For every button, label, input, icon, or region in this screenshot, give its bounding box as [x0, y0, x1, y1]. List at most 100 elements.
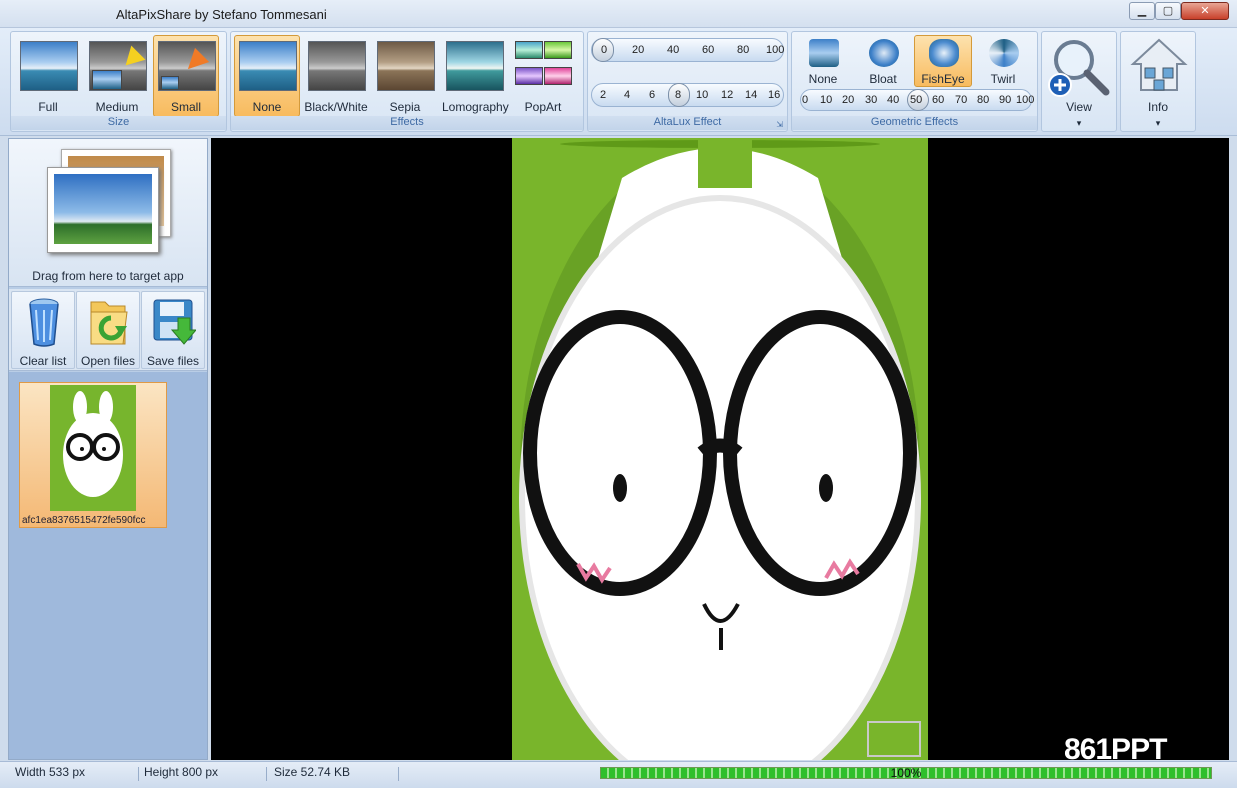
effect-lomography-button[interactable]: Lomography [441, 35, 509, 117]
altalux-scale-tick: 14 [745, 89, 758, 101]
altalux-group-label: AltaLux Effect [588, 116, 787, 130]
window-title: AltaPixShare by Stefano Tommesani [116, 7, 327, 22]
clear-list-label: Clear list [19, 354, 67, 368]
altalux-group: 0 20 40 60 80 100 2 4 6 8 10 12 14 16 Al… [587, 31, 788, 132]
effect-popart-label: PopArt [524, 100, 562, 114]
size-full-button[interactable]: Full [15, 35, 81, 117]
view-button[interactable]: View ▾ [1041, 31, 1117, 132]
geometric-bloat-button[interactable]: Bloat [854, 35, 912, 87]
chevron-down-icon: ▾ [1076, 118, 1082, 128]
altalux-scale-tick: 4 [624, 89, 631, 101]
size-group: Full Medium Small Size [10, 31, 227, 132]
status-height: Height 800 px [144, 765, 219, 779]
size-small-button[interactable]: Small [153, 35, 219, 117]
geometric-tick: 60 [932, 94, 945, 106]
geometric-tick: 40 [887, 94, 900, 106]
geometric-twirl-label: Twirl [990, 72, 1016, 86]
altalux-scale-tick: 6 [649, 89, 656, 101]
altalux-tick: 40 [667, 44, 680, 56]
altalux-scale-tick: 10 [696, 89, 709, 101]
altalux-scale-tick: 2 [600, 89, 607, 101]
clear-list-button[interactable]: Clear list [11, 291, 75, 369]
status-size: Size 52.74 KB [274, 765, 351, 779]
effect-popart-button[interactable]: PopArt [510, 35, 576, 117]
geometric-fisheye-label: FishEye [921, 72, 965, 86]
minimize-icon: ▁ [1137, 5, 1147, 17]
save-files-button[interactable]: Save files [141, 291, 205, 369]
view-label: View [1066, 100, 1092, 114]
dialog-launcher-icon[interactable]: ⇲ [776, 120, 783, 129]
zoom-magnifier-icon [1048, 40, 1110, 97]
small-size-icon [158, 41, 216, 91]
geometric-tick: 90 [999, 94, 1012, 106]
size-medium-button[interactable]: Medium [84, 35, 150, 117]
list-item[interactable]: afc1ea8376515472fe590fcc [19, 382, 167, 528]
progress-bar: 100% [600, 766, 1212, 780]
save-disk-icon [153, 299, 196, 345]
effect-sepia-label: Sepia [389, 100, 421, 114]
geometric-tick: 30 [865, 94, 878, 106]
effect-blackwhite-button[interactable]: Black/White [303, 35, 369, 117]
geometric-fisheye-button[interactable]: FishEye [914, 35, 972, 87]
altalux-scale-tick: 16 [768, 89, 781, 101]
open-folder-icon [90, 301, 128, 345]
close-icon: ✕ [1200, 5, 1210, 17]
geometric-tick: 100 [1016, 94, 1035, 106]
size-group-label: Size [11, 116, 226, 130]
size-small-label: Small [170, 100, 201, 114]
maximize-icon: ▢ [1162, 5, 1174, 17]
effect-blackwhite-icon [308, 41, 366, 91]
effect-lomography-icon [446, 41, 504, 91]
effect-sepia-button[interactable]: Sepia [372, 35, 438, 117]
altalux-tick: 0 [601, 44, 608, 56]
close-button[interactable]: ✕ [1181, 2, 1229, 20]
bloat-icon [869, 39, 899, 67]
minimize-button[interactable]: ▁ [1129, 2, 1155, 20]
altalux-tick: 80 [737, 44, 750, 56]
fisheye-icon [929, 39, 959, 67]
save-files-label: Save files [146, 354, 200, 368]
drag-source[interactable]: Drag from here to target app [9, 139, 207, 287]
geometric-group-label: Geometric Effects [792, 116, 1037, 130]
geometric-tick: 20 [842, 94, 855, 106]
geometric-tick: 50 [910, 94, 923, 106]
open-files-button[interactable]: Open files [76, 291, 140, 369]
image-viewer[interactable] [211, 138, 1229, 760]
info-label: Info [1147, 100, 1168, 114]
effect-none-button[interactable]: None [234, 35, 300, 117]
effects-group: None Black/White Sepia Lomography PopArt… [230, 31, 584, 132]
altalux-scale-slider[interactable]: 2 4 6 8 10 12 14 16 [591, 83, 784, 107]
geometric-twirl-button[interactable]: Twirl [974, 35, 1032, 87]
file-list: afc1ea8376515472fe590fcc [9, 372, 207, 759]
twirl-icon [989, 39, 1019, 67]
full-size-icon [20, 41, 78, 91]
drag-instruction: Drag from here to target app [32, 269, 184, 283]
effects-group-label: Effects [231, 116, 583, 130]
landscape-photo-icon [47, 167, 159, 253]
home-icon [1130, 38, 1188, 91]
medium-size-icon [89, 41, 147, 91]
maximize-button[interactable]: ▢ [1155, 2, 1181, 20]
file-actions: Clear list Open files Save files [9, 289, 207, 371]
chevron-down-icon: ▾ [1155, 118, 1161, 128]
geometric-none-button[interactable]: None [794, 35, 852, 87]
geometric-bloat-label: Bloat [869, 72, 897, 86]
geometric-none-label: None [808, 72, 838, 86]
bunny-fisheye-image [512, 138, 928, 760]
effect-lomography-label: Lomography [442, 100, 509, 114]
progress-text: 100% [890, 766, 922, 780]
size-medium-label: Medium [95, 100, 139, 114]
altalux-strength-slider[interactable]: 0 20 40 60 80 100 [591, 38, 784, 62]
altalux-scale-tick: 8 [675, 89, 682, 101]
geometric-strength-slider[interactable]: 0 10 20 30 40 50 60 70 80 90 100 [800, 89, 1035, 111]
size-full-label: Full [38, 100, 58, 114]
effect-none-label: None [252, 100, 282, 114]
recycle-bin-icon [29, 298, 59, 347]
info-button[interactable]: Info ▾ [1120, 31, 1196, 132]
title-bar: AltaPixShare by Stefano Tommesani ▁ ▢ ✕ [0, 0, 1237, 28]
altalux-scale-tick: 12 [721, 89, 734, 101]
effect-sepia-icon [377, 41, 435, 91]
geometric-group: None Bloat FishEye Twirl 0 10 20 30 40 5… [791, 31, 1038, 132]
geometric-none-icon [809, 39, 839, 67]
open-files-label: Open files [80, 354, 136, 368]
